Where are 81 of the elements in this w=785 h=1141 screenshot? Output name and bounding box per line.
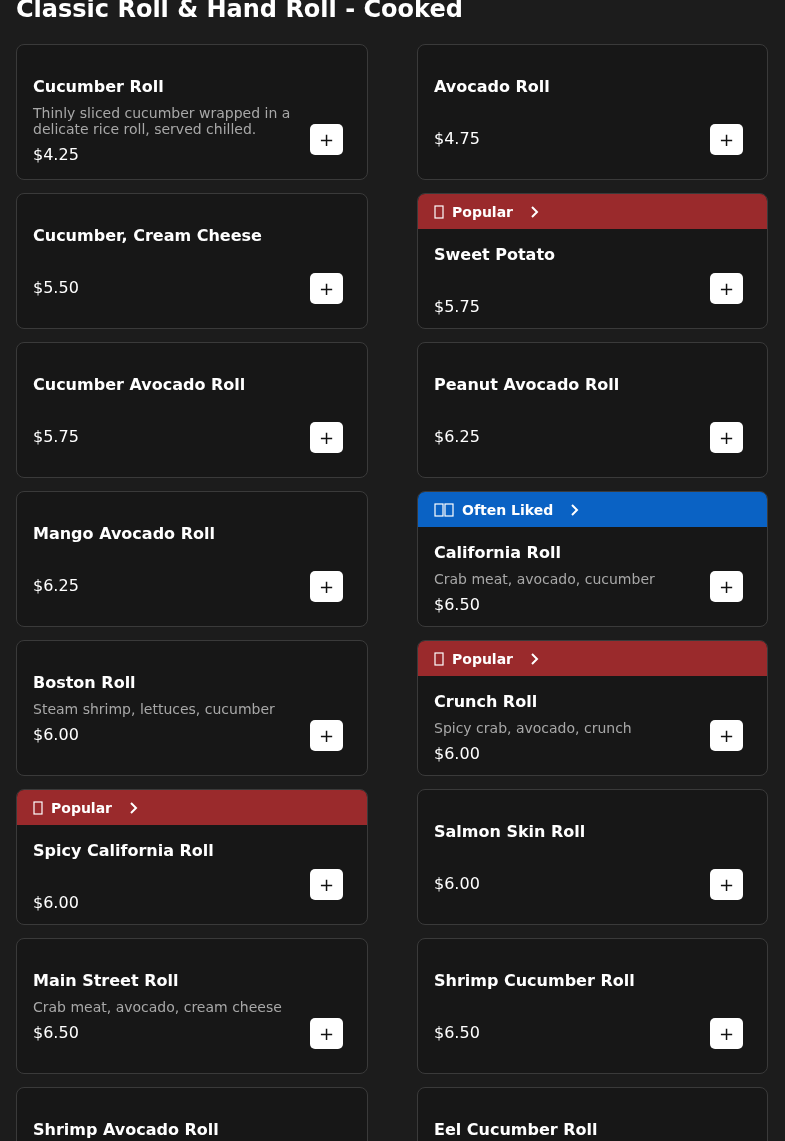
badge-banner[interactable]: Popular xyxy=(418,641,767,676)
add-button[interactable]: + xyxy=(710,273,743,304)
menu-item-card[interactable]: Popular Crunch Roll Spicy crab, avocado, crunch $6.00 + xyxy=(417,640,768,776)
chevron-right-icon xyxy=(529,204,540,219)
item-description: Crab meat, avocado, cucumber xyxy=(434,571,656,587)
menu-item-card[interactable]: Avocado Roll $4.75 + xyxy=(417,44,768,180)
menu-item-card[interactable]: Popular Spicy California Roll $6.00 + xyxy=(16,789,368,925)
item-price: $5.75 xyxy=(434,296,481,318)
badge-banner[interactable]: Popular xyxy=(418,194,767,229)
item-price: $6.00 xyxy=(434,743,481,765)
menu-item-card[interactable]: Shrimp Cucumber Roll $6.50 + xyxy=(417,938,768,1074)
item-description: Crab meat, avocado, cream cheese xyxy=(33,999,283,1015)
chevron-right-icon xyxy=(569,502,580,517)
symbol-icon xyxy=(434,204,444,219)
item-price: $6.00 xyxy=(33,892,80,914)
menu-item-card[interactable]: Main Street Roll Crab meat, avocado, cream cheese $6.50 + xyxy=(16,938,368,1074)
chevron-right-icon xyxy=(529,651,540,666)
badge-label: Popular xyxy=(452,650,514,667)
add-button[interactable]: + xyxy=(710,571,743,602)
badge-label: Popular xyxy=(452,203,514,220)
add-button[interactable]: + xyxy=(310,571,343,602)
item-price: $5.50 xyxy=(33,277,80,299)
item-name: California Roll xyxy=(434,542,562,564)
item-name: Crunch Roll xyxy=(434,691,539,713)
item-name: Peanut Avocado Roll xyxy=(434,374,621,396)
add-button[interactable]: + xyxy=(710,720,743,751)
item-name: Mango Avocado Roll xyxy=(33,523,216,545)
badge-label: Popular xyxy=(51,799,113,816)
item-name: Boston Roll xyxy=(33,672,137,694)
menu-item-card[interactable]: Boston Roll Steam shrimp, lettuces, cucumber $6.00 + xyxy=(16,640,368,776)
symbol-icon xyxy=(434,651,444,666)
add-button[interactable]: + xyxy=(310,124,343,155)
item-name: Shrimp Avocado Roll xyxy=(33,1119,220,1141)
item-name: Cucumber Roll xyxy=(33,76,165,98)
symbol-icon xyxy=(434,502,454,517)
item-name: Avocado Roll xyxy=(434,76,551,98)
add-button[interactable]: + xyxy=(310,1018,343,1049)
badge-banner[interactable]: Often Liked xyxy=(418,492,767,527)
item-price: $6.25 xyxy=(434,426,481,448)
item-name: Main Street Roll xyxy=(33,970,180,992)
menu-item-card[interactable]: Often Liked California Roll Crab meat, avocado, cucumber $6.50 + xyxy=(417,491,768,627)
add-button[interactable]: + xyxy=(710,1018,743,1049)
add-button[interactable]: + xyxy=(310,273,343,304)
menu-item-card[interactable]: Shrimp Avocado Roll xyxy=(16,1087,368,1141)
add-button[interactable]: + xyxy=(710,422,743,453)
menu-item-card[interactable]: Eel Cucumber Roll xyxy=(417,1087,768,1141)
item-name: Cucumber Avocado Roll xyxy=(33,374,247,396)
badge-label: Often Liked xyxy=(462,501,554,518)
add-button[interactable]: + xyxy=(310,869,343,900)
menu-item-card[interactable]: Cucumber Roll Thinly sliced cucumber wrapped in a delicate rice roll, served chilled. $4.25 + xyxy=(16,44,368,180)
item-price: $5.75 xyxy=(33,426,80,448)
item-name: Cucumber, Cream Cheese xyxy=(33,225,263,247)
item-description: Steam shrimp, lettuces, cucumber xyxy=(33,701,276,717)
add-button[interactable]: + xyxy=(710,124,743,155)
chevron-right-icon xyxy=(128,800,139,815)
item-price: $6.50 xyxy=(434,594,481,616)
menu-item-card[interactable]: Peanut Avocado Roll $6.25 + xyxy=(417,342,768,478)
item-name: Shrimp Cucumber Roll xyxy=(434,970,636,992)
item-name: Eel Cucumber Roll xyxy=(434,1119,599,1141)
item-price: $6.25 xyxy=(33,575,80,597)
menu-item-card[interactable]: Popular Sweet Potato $5.75 + xyxy=(417,193,768,329)
add-button[interactable]: + xyxy=(310,720,343,751)
menu-item-card[interactable]: Cucumber Avocado Roll $5.75 + xyxy=(16,342,368,478)
symbol-icon xyxy=(33,800,43,815)
item-name: Sweet Potato xyxy=(434,244,557,266)
badge-banner[interactable]: Popular xyxy=(17,790,367,825)
item-name: Spicy California Roll xyxy=(33,840,215,862)
menu-item-card[interactable]: Mango Avocado Roll $6.25 + xyxy=(16,491,368,627)
item-name: Salmon Skin Roll xyxy=(434,821,587,843)
menu-item-card[interactable]: Cucumber, Cream Cheese $5.50 + xyxy=(16,193,368,329)
item-price: $6.50 xyxy=(434,1022,481,1044)
item-price: $4.25 xyxy=(33,144,80,166)
item-price: $6.00 xyxy=(33,724,80,746)
item-price: $4.75 xyxy=(434,128,481,150)
item-price: $6.50 xyxy=(33,1022,80,1044)
item-description: Thinly sliced cucumber wrapped in a delicate rice roll, served chilled. xyxy=(33,105,292,137)
item-price: $6.00 xyxy=(434,873,481,895)
item-description: Spicy crab, avocado, crunch xyxy=(434,720,633,736)
menu-item-card[interactable]: Salmon Skin Roll $6.00 + xyxy=(417,789,768,925)
add-button[interactable]: + xyxy=(310,422,343,453)
add-button[interactable]: + xyxy=(710,869,743,900)
